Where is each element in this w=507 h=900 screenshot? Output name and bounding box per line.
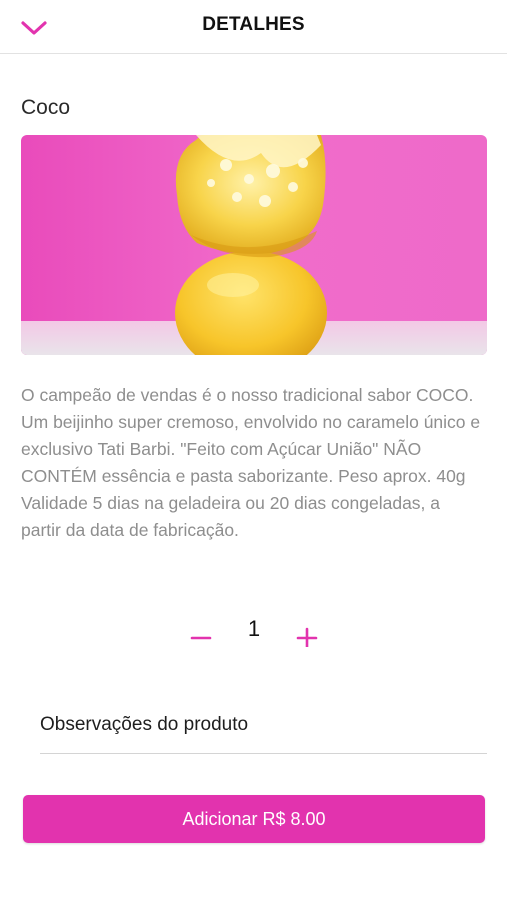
add-to-cart-button[interactable]: Adicionar R$ 8.00	[23, 795, 485, 843]
product-image	[21, 135, 487, 355]
header-bar: DETALHES	[0, 0, 507, 54]
increase-quantity-button[interactable]	[289, 618, 325, 654]
notes-label: Observações do produto	[40, 714, 249, 735]
minus-icon	[190, 636, 212, 640]
product-details-screen: DETALHES Coco O campeão de vendas é o no…	[0, 0, 507, 900]
quantity-stepper: 1	[0, 612, 507, 658]
decrease-quantity-button[interactable]	[183, 618, 219, 654]
plus-icon	[296, 627, 318, 647]
product-description: O campeão de vendas é o nosso tradiciona…	[21, 385, 481, 540]
quantity-value: 1	[247, 616, 261, 641]
page-title: DETALHES	[202, 14, 305, 35]
product-notes-field[interactable]: Observações do produto	[40, 704, 487, 754]
product-name: Coco	[21, 96, 71, 119]
